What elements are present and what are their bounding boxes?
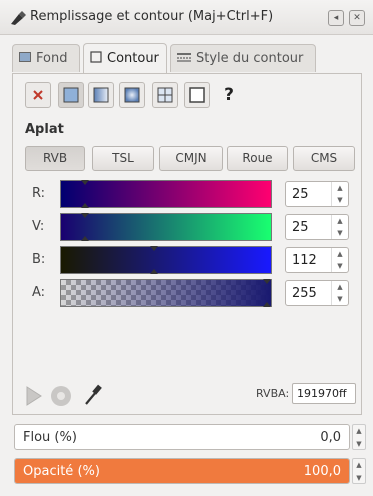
slider-marker-top xyxy=(81,180,89,185)
stroke-paint-panel xyxy=(12,73,362,415)
stroke-style-icon xyxy=(177,51,191,66)
spin-arrows-icon[interactable]: ▲ ▼ xyxy=(331,248,348,272)
mode-cms-button[interactable]: CMS xyxy=(293,146,355,171)
channel-v-slider[interactable] xyxy=(60,213,272,241)
channel-r-spinbox[interactable]: 25 ▲ ▼ xyxy=(285,181,349,207)
linear-gradient-button[interactable] xyxy=(88,82,114,108)
blur-label: Flou (%) xyxy=(23,430,77,445)
channel-b-label: B: xyxy=(32,252,46,267)
mode-rvb-button[interactable]: RVB xyxy=(25,146,85,171)
spin-arrows-icon[interactable]: ▲ ▼ xyxy=(331,182,348,206)
linear-gradient-icon xyxy=(93,87,109,103)
slider-marker-bottom xyxy=(81,203,89,208)
minimize-icon[interactable]: ◂ xyxy=(328,10,344,26)
tab-stroke-style[interactable]: Style du contour xyxy=(170,44,316,72)
slider-marker-top xyxy=(263,279,271,284)
opacity-label: Opacité (%) xyxy=(23,464,100,479)
mode-tsl-button[interactable]: TSL xyxy=(92,146,154,171)
spin-arrows-icon[interactable]: ▲ ▼ xyxy=(331,215,348,239)
channel-b-spinbox[interactable]: 112 ▲ ▼ xyxy=(285,247,349,273)
channel-v-spinbox[interactable]: 25 ▲ ▼ xyxy=(285,214,349,240)
channel-r-value: 25 xyxy=(292,187,309,202)
section-label-flat: Aplat xyxy=(25,122,64,137)
blur-spin-arrows-icon[interactable]: ▲ ▼ xyxy=(352,424,366,450)
mesh-gradient-button[interactable] xyxy=(152,82,178,108)
tab-fond[interactable]: Fond xyxy=(12,44,80,72)
flat-color-button[interactable] xyxy=(58,82,84,108)
eyedropper-icon[interactable] xyxy=(82,382,104,411)
fill-stroke-icon xyxy=(9,10,27,29)
channel-a-label: A: xyxy=(32,285,46,300)
channel-r-label: R: xyxy=(32,186,46,201)
opacity-field[interactable]: Opacité (%) 100,0 xyxy=(14,458,350,484)
channel-v-label: V: xyxy=(32,219,45,234)
tab-bar: Fond Contour Style du contour xyxy=(12,43,362,74)
channel-v-value: 25 xyxy=(292,220,309,235)
tab-stroke-style-label: Style du contour xyxy=(196,51,304,66)
channel-b-value: 112 xyxy=(292,253,317,268)
tab-fond-label: Fond xyxy=(36,51,68,66)
slider-marker-bottom xyxy=(263,302,271,307)
stroke-tab-icon xyxy=(90,50,102,67)
mode-roue-button[interactable]: Roue xyxy=(227,146,288,171)
radial-gradient-icon xyxy=(124,87,140,103)
opacity-value: 100,0 xyxy=(303,464,341,479)
channel-a-slider[interactable] xyxy=(60,279,272,307)
radial-gradient-button[interactable] xyxy=(119,82,145,108)
rgba-label: RVBA: xyxy=(256,387,290,400)
mesh-gradient-icon xyxy=(157,87,173,103)
close-icon[interactable]: ✕ xyxy=(349,10,365,26)
slider-marker-bottom xyxy=(81,236,89,241)
window-title: Remplissage et contour (Maj+Ctrl+F) xyxy=(30,9,274,24)
pattern-icon xyxy=(189,87,205,103)
channel-a-spinbox[interactable]: 255 ▲ ▼ xyxy=(285,280,349,306)
channel-r-slider[interactable] xyxy=(60,180,272,208)
rgba-input[interactable]: 191970ff xyxy=(292,383,356,404)
blur-field[interactable]: Flou (%) 0,0 xyxy=(14,424,350,450)
title-bar: Remplissage et contour (Maj+Ctrl+F) ◂ ✕ xyxy=(0,0,373,35)
tab-contour-label: Contour xyxy=(107,51,159,66)
no-paint-button[interactable] xyxy=(25,82,51,108)
fill-tab-icon xyxy=(19,51,31,66)
no-paint-icon xyxy=(33,90,43,100)
channel-a-value: 255 xyxy=(292,286,317,301)
blur-value: 0,0 xyxy=(320,430,341,445)
spin-arrows-icon[interactable]: ▲ ▼ xyxy=(331,281,348,305)
flat-color-icon xyxy=(63,87,79,103)
channel-b-slider[interactable] xyxy=(60,246,272,274)
out-of-gamut-icon xyxy=(50,385,72,410)
tab-contour[interactable]: Contour xyxy=(83,43,167,73)
mode-cmjn-button[interactable]: CMJN xyxy=(159,146,223,171)
slider-marker-top xyxy=(150,246,158,251)
slider-marker-top xyxy=(81,213,89,218)
unset-paint-button[interactable]: ? xyxy=(216,82,242,108)
slider-marker-bottom xyxy=(150,269,158,274)
opacity-spin-arrows-icon[interactable]: ▲ ▼ xyxy=(352,458,366,484)
color-managed-icon xyxy=(25,384,43,411)
pattern-button[interactable] xyxy=(184,82,210,108)
